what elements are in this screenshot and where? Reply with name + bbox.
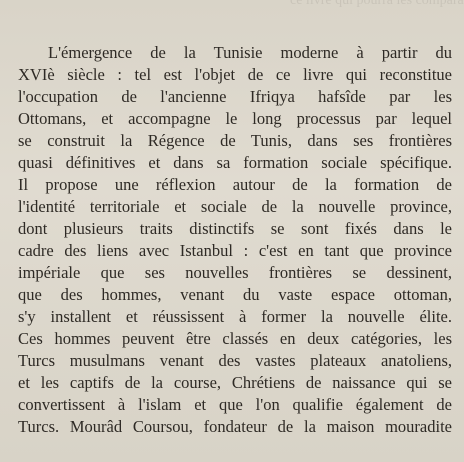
text-line: se construit la Régence de Tunis, dans s… [18, 131, 452, 150]
bleed-through-text: ce livre qui pourra les comparaître dans… [290, 0, 464, 8]
text-line: Turcs musulmans venant des vastes platea… [18, 351, 452, 370]
book-page: ce livre qui pourra les comparaître dans… [0, 0, 464, 462]
text-line: l'occupation de l'ancienne Ifriqya hafsî… [18, 87, 452, 106]
text-line: dont plusieurs traits distinctifs se son… [18, 219, 452, 238]
text-line: impériale que ses nouvelles frontières s… [18, 263, 452, 282]
text-line: cadre des liens avec Istanbul : c'est en… [18, 241, 452, 260]
text-line: que des hommes, venant du vaste espace o… [18, 285, 452, 304]
text-line: Il propose une réflexion autour de la fo… [18, 175, 452, 194]
text-line: quasi définitives et dans sa formation s… [18, 153, 452, 172]
text-line: l'identité territoriale et sociale de la… [18, 197, 452, 216]
text-line: convertissent à l'islam et que l'on qual… [18, 395, 452, 414]
text-line: Turcs. Mourâd Coursou, fondateur de la m… [18, 417, 452, 436]
text-line: Ces hommes peuvent être classés en deux … [18, 329, 452, 348]
text-line: et les captifs de la course, Chrétiens d… [18, 373, 452, 392]
text-line: XVIè siècle : tel est l'objet de ce livr… [18, 65, 452, 84]
text-line: s'y installent et réussissent à former l… [18, 307, 452, 326]
text-line: L'émergence de la Tunisie moderne à part… [48, 43, 452, 62]
text-line: Ottomans, et accompagne le long processu… [18, 109, 452, 128]
